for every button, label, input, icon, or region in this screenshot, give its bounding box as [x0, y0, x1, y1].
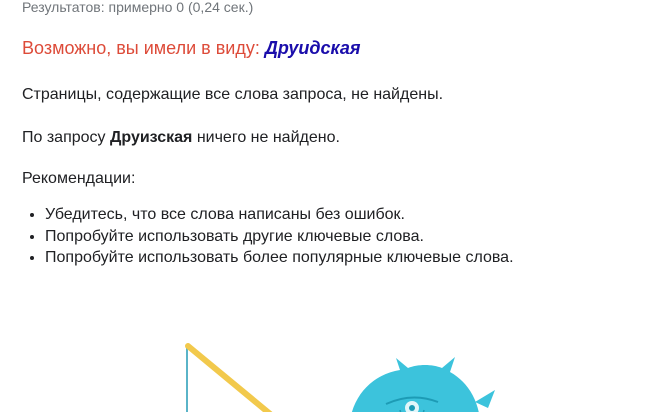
recommendation-item: Убедитесь, что все слова написаны без ош… — [45, 204, 514, 226]
fishing-rod-icon — [185, 343, 273, 412]
recommendation-item: Попробуйте использовать другие ключевые … — [45, 226, 514, 248]
search-results-page: Результатов: примерно 0 (0,24 сек.) Возм… — [0, 0, 665, 412]
query-result-before: По запросу — [22, 129, 110, 146]
recommendations-list: Убедитесь, что все слова написаны без ош… — [22, 204, 514, 269]
query-result-message: По запросу Друизская ничего не найдено. — [22, 127, 340, 149]
query-result-after: ничего не найдено. — [192, 129, 340, 146]
results-stats: Результатов: примерно 0 (0,24 сек.) — [22, 0, 254, 15]
did-you-mean: Возможно, вы имели в виду: Друидская — [22, 36, 360, 60]
not-found-message: Страницы, содержащие все слова запроса, … — [22, 86, 444, 103]
monster-icon — [351, 357, 495, 412]
did-you-mean-prefix: Возможно, вы имели в виду: — [22, 38, 265, 58]
recommendation-item: Попробуйте использовать более популярные… — [45, 247, 514, 269]
suggested-query-link[interactable]: Друидская — [265, 38, 361, 58]
fishing-monster-illustration — [185, 343, 495, 412]
query-term: Друизская — [109, 129, 193, 146]
recommendations-heading: Рекомендации: — [22, 170, 136, 187]
